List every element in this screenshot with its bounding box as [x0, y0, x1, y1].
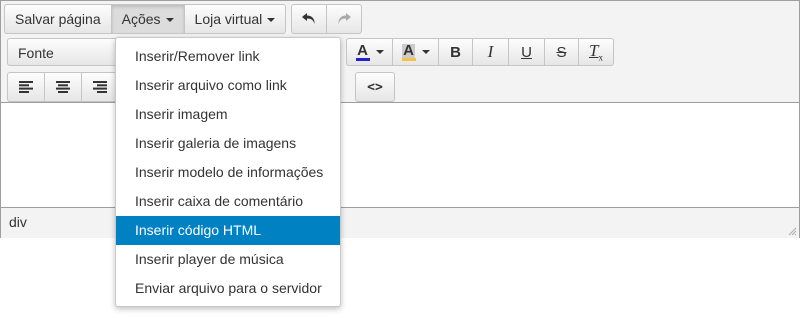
bold-button[interactable]: B	[438, 38, 472, 66]
menu-item-upload-file[interactable]: Enviar arquivo para o servidor	[116, 274, 340, 303]
chevron-down-icon	[421, 50, 430, 54]
clear-formatting-icon: Tx	[589, 41, 603, 62]
menu-item-insert-link[interactable]: Inserir/Remover link	[116, 42, 340, 71]
chevron-down-icon	[267, 18, 276, 23]
menubar: Salvar página Ações Loja virtual	[4, 4, 287, 34]
italic-icon: I	[487, 42, 494, 61]
redo-button[interactable]	[326, 4, 362, 34]
background-color-button[interactable]: A	[392, 38, 438, 66]
italic-button[interactable]: I	[472, 38, 508, 66]
bg-color-glyph: A	[402, 41, 415, 59]
text-color-icon: A	[355, 41, 370, 61]
undo-redo-group	[291, 4, 362, 34]
bg-color-bar	[401, 57, 416, 61]
align-center-icon	[55, 81, 71, 93]
element-path[interactable]: div	[1, 214, 27, 230]
strikethrough-icon: S	[556, 43, 567, 61]
undo-button[interactable]	[291, 4, 326, 34]
menu-item-insert-file-link[interactable]: Inserir arquivo como link	[116, 71, 340, 100]
menu-item-insert-comment-box[interactable]: Inserir caixa de comentário	[116, 187, 340, 216]
actions-dropdown-menu: Inserir/Remover link Inserir arquivo com…	[115, 37, 341, 307]
save-page-label: Salvar página	[15, 11, 101, 27]
font-family-value: Fonte	[18, 45, 54, 61]
source-code-button[interactable]: <>	[355, 72, 395, 102]
background-color-icon: A	[401, 41, 416, 61]
underline-icon: U	[521, 43, 532, 61]
strikethrough-button[interactable]: S	[544, 38, 578, 66]
align-center-button[interactable]	[44, 72, 81, 102]
align-right-icon	[92, 81, 108, 93]
clear-formatting-button[interactable]: Tx	[578, 38, 614, 66]
store-menu-button[interactable]: Loja virtual	[183, 4, 287, 34]
align-left-icon	[18, 81, 34, 93]
menu-item-insert-image[interactable]: Inserir imagem	[116, 100, 340, 129]
text-color-bar	[355, 57, 370, 61]
store-menu-label: Loja virtual	[194, 11, 263, 27]
resize-handle-icon[interactable]	[787, 226, 797, 236]
menu-item-insert-info-template[interactable]: Inserir modelo de informações	[116, 158, 340, 187]
menu-item-insert-gallery[interactable]: Inserir galeria de imagens	[116, 129, 340, 158]
undo-icon	[301, 12, 317, 26]
align-right-button[interactable]	[81, 72, 118, 102]
menu-item-insert-html-code[interactable]: Inserir código HTML	[116, 216, 340, 245]
redo-icon	[336, 12, 352, 26]
text-color-glyph: A	[357, 41, 368, 59]
menu-item-insert-music-player[interactable]: Inserir player de música	[116, 245, 340, 274]
underline-button[interactable]: U	[508, 38, 544, 66]
actions-menu-button[interactable]: Ações	[110, 4, 184, 34]
chevron-down-icon	[375, 50, 384, 54]
clear-format-sub: x	[598, 52, 603, 63]
align-left-button[interactable]	[7, 72, 44, 102]
bold-icon: B	[450, 43, 461, 61]
code-icon: <>	[367, 79, 383, 95]
chevron-down-icon	[165, 18, 174, 23]
alignment-group	[7, 72, 118, 102]
text-color-button[interactable]: A	[346, 38, 392, 66]
save-page-button[interactable]: Salvar página	[4, 4, 111, 34]
actions-menu-label: Ações	[121, 11, 161, 27]
text-format-group: A A B I U S Tx	[346, 38, 614, 66]
font-family-select[interactable]: Fonte	[7, 38, 125, 66]
